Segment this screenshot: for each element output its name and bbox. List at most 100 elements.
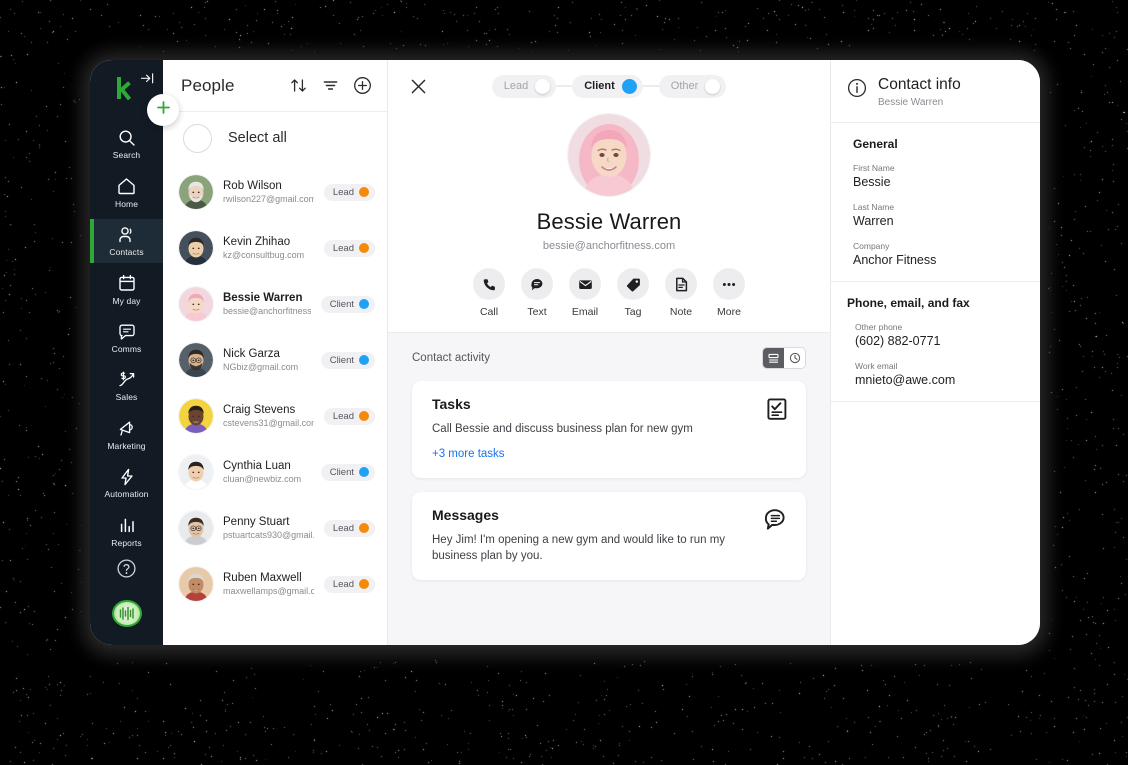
megaphone-icon — [117, 419, 136, 438]
info-section-title: General — [853, 137, 898, 151]
contact-info-sections: General First Name Bessie Last Name Warr… — [831, 123, 1040, 402]
contact-item-name: Craig Stevens — [223, 404, 296, 416]
status-dot — [359, 467, 369, 477]
clock-view-icon[interactable] — [784, 348, 805, 368]
contact-list-item[interactable]: Craig Stevens cstevens31@gmail.com Lead — [163, 388, 387, 444]
list-view-icon[interactable] — [763, 348, 784, 368]
status-badge[interactable]: Lead — [323, 575, 375, 593]
calendar-icon — [118, 274, 136, 293]
info-field-label: Last Name — [853, 202, 895, 212]
segment-label: Other — [670, 80, 699, 92]
sidebar-item-label: Sales — [115, 392, 138, 403]
activity-card-messages[interactable]: Messages Hey Jim! I'm opening a new gym … — [412, 492, 806, 580]
action-button-label: Text — [527, 306, 547, 318]
help-circle-icon[interactable] — [116, 558, 137, 584]
lifecycle-segment-lead[interactable]: Lead — [491, 74, 557, 98]
add-circle-icon[interactable] — [351, 75, 373, 97]
status-badge[interactable]: Lead — [323, 407, 375, 425]
action-button-note[interactable]: Note — [665, 268, 697, 318]
sidebar-item-home[interactable]: Home — [90, 171, 163, 215]
info-field[interactable]: First Name Bessie — [853, 163, 1024, 189]
action-button-label: Tag — [624, 306, 642, 318]
info-field-value: Anchor Fitness — [853, 253, 937, 267]
add-contact-fab[interactable] — [147, 94, 179, 126]
status-badge[interactable]: Client — [320, 463, 375, 481]
lifecycle-segment-other[interactable]: Other — [658, 74, 727, 98]
contact-item-name: Penny Stuart — [223, 516, 290, 528]
sidebar-item-search[interactable]: Search — [90, 122, 163, 166]
info-field[interactable]: Last Name Warren — [853, 202, 1024, 228]
lifecycle-segmented-control[interactable]: Lead Client Other — [491, 74, 727, 98]
activity-cards: Tasks Call Bessie and discuss business p… — [412, 381, 806, 580]
status-dot — [359, 355, 369, 365]
bar-chart-icon — [118, 516, 136, 535]
contact-item-text: Kevin Zhihao kz@consultbug.com — [223, 235, 314, 261]
action-button-call[interactable]: Call — [473, 268, 505, 318]
contact-list-item[interactable]: Bessie Warren bessie@anchorfitness.com C… — [163, 276, 387, 332]
keap-logo[interactable] — [112, 76, 132, 105]
contact-list-item[interactable]: Penny Stuart pstuartcats930@gmail.com Le… — [163, 500, 387, 556]
contact-item-email: NGbiz@gmail.com — [223, 362, 299, 372]
info-circle-icon — [847, 78, 867, 103]
segment-connector — [642, 85, 659, 87]
action-button-more[interactable]: More — [713, 268, 745, 318]
info-field[interactable]: Work email mnieto@awe.com — [847, 361, 1024, 387]
filter-icon[interactable] — [319, 75, 341, 97]
action-button-text[interactable]: Text — [521, 268, 553, 318]
sidebar-item-label: Marketing — [107, 440, 146, 451]
info-field[interactable]: Other phone (602) 882-0771 — [847, 322, 1024, 348]
activity-card-link[interactable]: +3 more tasks — [432, 448, 505, 460]
contact-list-item[interactable]: Rob Wilson rwilson227@gmail.com Lead — [163, 164, 387, 220]
action-button-tag[interactable]: Tag — [617, 268, 649, 318]
sidebar-item-label: Home — [114, 198, 139, 209]
contact-info-subtitle: Bessie Warren — [878, 97, 944, 108]
contact-info-panel: Contact info Bessie Warren General First… — [830, 60, 1040, 645]
status-badge[interactable]: Lead — [323, 183, 375, 201]
contact-item-email: cluan@newbiz.com — [223, 474, 302, 484]
action-button-label: More — [717, 306, 741, 318]
contact-item-name: Nick Garza — [223, 348, 280, 360]
status-badge[interactable]: Lead — [323, 519, 375, 537]
sidebar-item-label: Comms — [111, 344, 142, 355]
avatar — [179, 511, 213, 545]
status-badge[interactable]: Client — [320, 351, 375, 369]
sidebar-item-contacts[interactable]: Contacts — [90, 219, 163, 264]
activity-view-toggle[interactable] — [762, 347, 806, 369]
user-avatar-icon[interactable] — [111, 599, 142, 627]
close-icon[interactable] — [406, 74, 430, 98]
status-dot — [359, 411, 369, 421]
info-section-title: Phone, email, and fax — [847, 296, 970, 310]
sort-icon[interactable] — [287, 75, 309, 97]
activity-card-title: Tasks — [432, 396, 471, 412]
info-field[interactable]: Company Anchor Fitness — [853, 241, 1024, 267]
select-all-checkbox[interactable] — [183, 123, 212, 153]
phone-icon — [473, 268, 505, 300]
sales-chart-icon — [118, 370, 136, 389]
sidebar-item-label: Search — [112, 150, 141, 161]
sidebar-item-label: Reports — [111, 537, 142, 548]
screenshot-stage: Search Home Contacts My day Comms Sales … — [0, 0, 1128, 765]
status-dot — [359, 243, 369, 253]
main-sidebar: Search Home Contacts My day Comms Sales … — [90, 60, 163, 645]
sidebar-item-sales[interactable]: Sales — [90, 364, 163, 408]
task-checklist-icon — [766, 397, 788, 426]
status-badge[interactable]: Client — [320, 295, 375, 313]
lifecycle-segment-client[interactable]: Client — [572, 74, 643, 98]
status-badge[interactable]: Lead — [323, 239, 375, 257]
activity-card-tasks[interactable]: Tasks Call Bessie and discuss business p… — [412, 381, 806, 478]
sidebar-item-automation[interactable]: Automation — [90, 461, 163, 505]
expand-panel-icon[interactable] — [140, 72, 155, 90]
contact-list-item[interactable]: Kevin Zhihao kz@consultbug.com Lead — [163, 220, 387, 276]
contact-list-item[interactable]: Nick Garza NGbiz@gmail.com Client — [163, 332, 387, 388]
sidebar-item-marketing[interactable]: Marketing — [90, 413, 163, 457]
activity-header: Contact activity — [412, 347, 806, 369]
contact-list-item[interactable]: Cynthia Luan cluan@newbiz.com Client — [163, 444, 387, 500]
sidebar-item-reports[interactable]: Reports — [90, 509, 163, 553]
sidebar-item-comms[interactable]: Comms — [90, 316, 163, 360]
contact-list-item[interactable]: Ruben Maxwell maxwellamps@gmail.com Lead — [163, 556, 387, 612]
sidebar-item-my-day[interactable]: My day — [90, 267, 163, 311]
avatar — [179, 399, 213, 433]
avatar — [179, 287, 213, 321]
action-button-email[interactable]: Email — [569, 268, 601, 318]
select-all-row[interactable]: Select all — [163, 112, 387, 164]
